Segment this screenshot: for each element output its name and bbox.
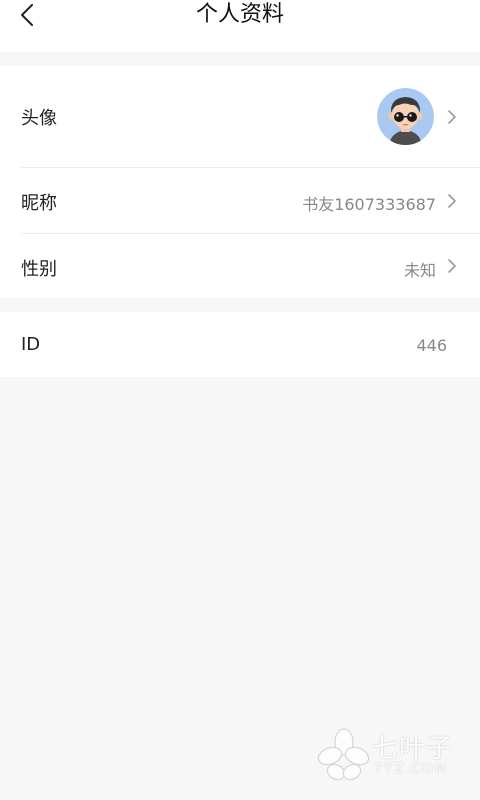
gender-label: 性别	[21, 259, 57, 280]
avatar	[377, 88, 434, 145]
gender-row[interactable]: 性别 未知	[0, 234, 480, 298]
gender-value: 未知	[403, 261, 436, 280]
avatar-row[interactable]: 头像	[0, 66, 480, 167]
watermark-text: 七叶子	[372, 734, 454, 764]
id-row: ID 446	[0, 312, 480, 377]
account-section: ID 446	[0, 312, 480, 377]
leaf-logo-icon	[317, 728, 370, 781]
header: 个人资料	[0, 0, 480, 52]
chevron-right-icon	[448, 110, 456, 124]
profile-section: 头像 昵称 书友1607333687 性别 未知	[0, 66, 480, 298]
page-title: 个人资料	[195, 2, 284, 27]
nickname-value: 书友1607333687	[302, 195, 436, 214]
id-label: ID	[21, 334, 41, 355]
chevron-right-icon	[448, 194, 456, 208]
nickname-label: 昵称	[21, 193, 57, 214]
watermark: 七叶子 7YZ.COM	[316, 726, 466, 784]
avatar-label: 头像	[21, 108, 57, 129]
id-value: 446	[416, 336, 447, 355]
nickname-row[interactable]: 昵称 书友1607333687	[0, 168, 480, 234]
watermark-subtext: 7YZ.COM	[374, 762, 448, 777]
chevron-right-icon	[448, 259, 456, 273]
